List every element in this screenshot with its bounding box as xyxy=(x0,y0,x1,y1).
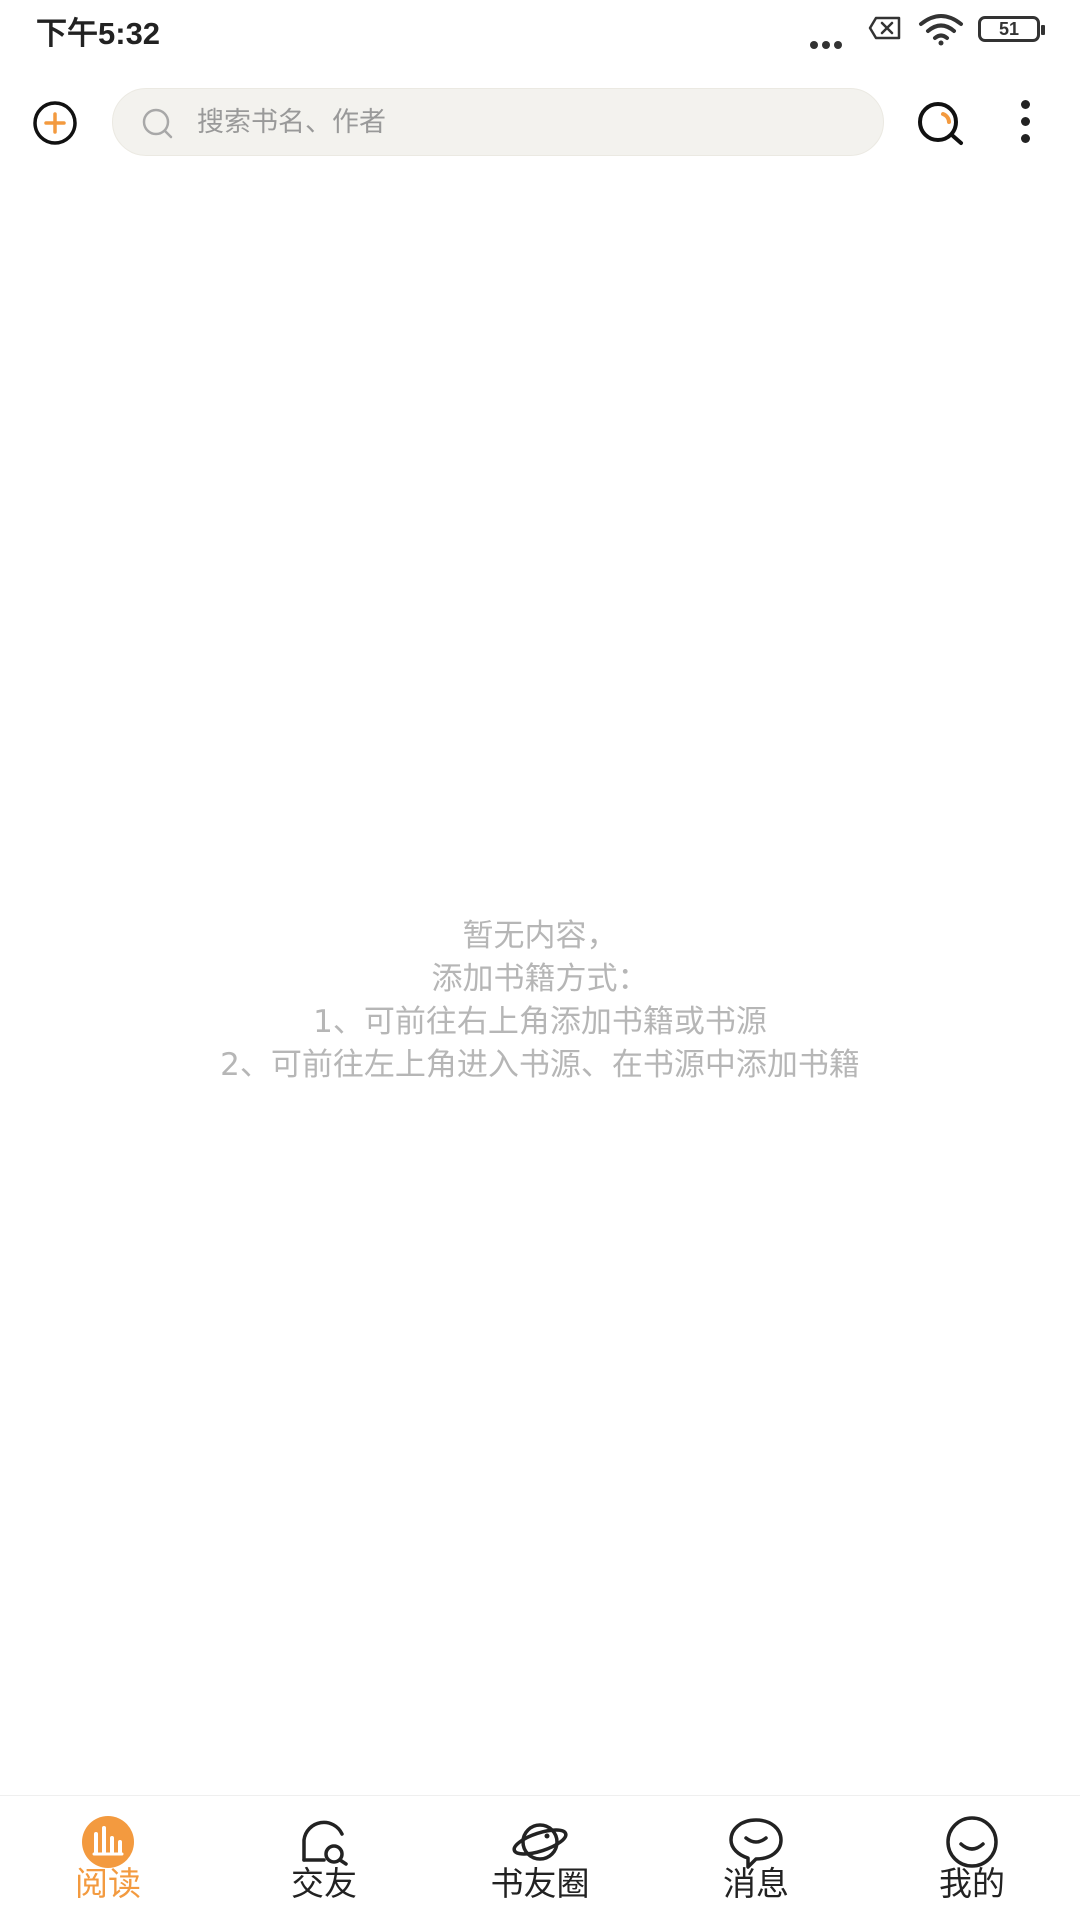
search-input[interactable]: 搜索书名、作者 xyxy=(112,88,884,156)
nav-item-book-circle[interactable]: 书友圈 xyxy=(432,1796,648,1920)
empty-line-2: 添加书籍方式： xyxy=(431,961,649,997)
wifi-icon xyxy=(919,14,963,46)
more-vertical-icon[interactable] xyxy=(1015,100,1035,146)
global-search-icon[interactable] xyxy=(916,100,966,146)
add-icon[interactable] xyxy=(32,100,78,146)
sim-disabled-icon xyxy=(868,16,901,40)
nav-label-profile: 我的 xyxy=(939,1864,1005,1903)
status-bar: 下午5:32 51 xyxy=(0,0,1080,70)
empty-line-1: 暂无内容， xyxy=(462,918,618,954)
empty-line-3: 1、可前往右上角添加书籍或书源 xyxy=(313,1004,767,1040)
bottom-nav: 阅读 交友 书友圈 消息 我的 xyxy=(0,1795,1080,1920)
nav-label-friends: 交友 xyxy=(291,1864,357,1903)
nav-item-reading[interactable]: 阅读 xyxy=(0,1796,216,1920)
nav-label-book-circle: 书友圈 xyxy=(490,1864,590,1903)
empty-line-4: 2、可前往左上角进入书源、在书源中添加书籍 xyxy=(220,1047,860,1083)
empty-state-message: 暂无内容， 添加书籍方式： 1、可前往右上角添加书籍或书源 2、可前往左上角进入… xyxy=(0,915,1080,1087)
nav-label-messages: 消息 xyxy=(723,1864,789,1903)
nav-item-profile[interactable]: 我的 xyxy=(864,1796,1080,1920)
bookshelf-screen: 下午5:32 51 搜索书名、作者 暂无内容， 添加书籍方式： 1、可前往右上角… xyxy=(0,0,1080,1920)
more-dots-icon xyxy=(810,34,846,53)
nav-item-messages[interactable]: 消息 xyxy=(648,1796,864,1920)
search-placeholder: 搜索书名、作者 xyxy=(197,107,386,138)
search-icon xyxy=(142,108,173,139)
status-time: 下午5:32 xyxy=(36,16,161,51)
nav-item-friends[interactable]: 交友 xyxy=(216,1796,432,1920)
battery-indicator: 51 xyxy=(978,16,1045,42)
nav-label-reading: 阅读 xyxy=(75,1864,141,1903)
